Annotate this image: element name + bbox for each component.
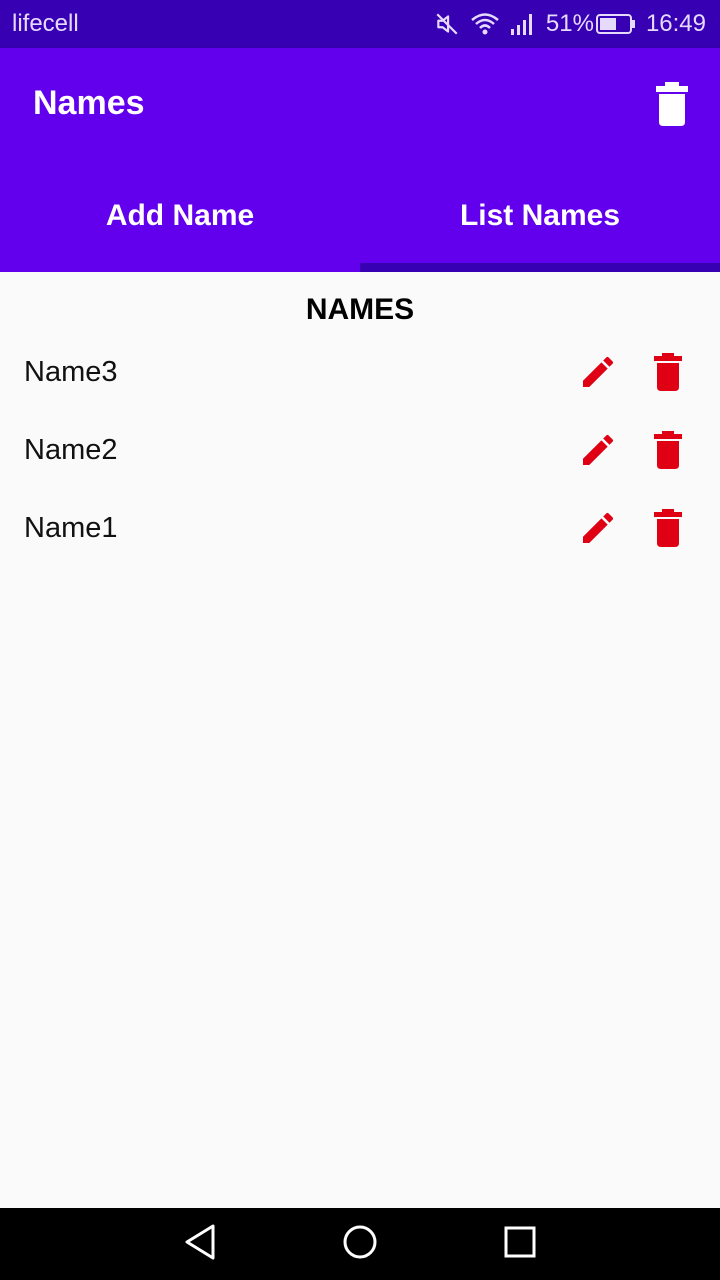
edit-icon	[578, 430, 618, 475]
delete-icon	[653, 430, 683, 474]
back-icon	[183, 1223, 217, 1266]
list-item: Name1	[0, 508, 720, 588]
recents-icon	[503, 1225, 537, 1264]
edit-button[interactable]	[578, 510, 618, 550]
edit-button[interactable]	[578, 354, 618, 394]
tab-add-name[interactable]: Add Name	[0, 160, 360, 272]
battery-icon	[595, 13, 636, 35]
delete-button[interactable]	[648, 508, 688, 552]
tab-list-names[interactable]: List Names	[360, 160, 720, 272]
row-actions	[578, 352, 688, 396]
back-button[interactable]	[170, 1214, 230, 1274]
delete-button[interactable]	[648, 352, 688, 396]
status-bar: lifecell 51% 16:49	[0, 0, 720, 48]
delete-button[interactable]	[648, 430, 688, 474]
tab-bar: Add Name List Names	[0, 160, 720, 272]
home-button[interactable]	[330, 1214, 390, 1274]
name-label: Name2	[24, 434, 118, 466]
app-title: Names	[33, 84, 145, 122]
home-icon	[341, 1223, 379, 1266]
names-list-screen: NAMES Name3 Name2 Name1	[0, 272, 720, 1208]
name-list: Name3 Name2 Name1	[0, 352, 720, 588]
tab-label: Add Name	[105, 199, 255, 232]
battery-indicator: 51%	[546, 10, 636, 38]
wifi-icon	[470, 11, 500, 37]
row-actions	[578, 508, 688, 552]
screen: lifecell 51% 16:49 Names Add Name List N…	[0, 0, 720, 1280]
name-label: Name3	[24, 356, 118, 388]
edit-icon	[578, 352, 618, 397]
app-bar: Names Add Name List Names	[0, 48, 720, 272]
recents-button[interactable]	[490, 1214, 550, 1274]
delete-icon	[654, 82, 690, 130]
list-header: NAMES	[305, 293, 415, 326]
delete-all-button[interactable]	[654, 82, 690, 126]
system-nav-bar	[0, 1208, 720, 1280]
battery-percent: 51%	[545, 10, 594, 37]
list-item: Name2	[0, 430, 720, 510]
row-actions	[578, 430, 688, 474]
edit-icon	[578, 508, 618, 553]
delete-icon	[653, 508, 683, 552]
delete-icon	[653, 352, 683, 396]
signal-icon	[510, 12, 536, 36]
mute-icon	[434, 11, 460, 37]
edit-button[interactable]	[578, 432, 618, 472]
status-icons: 51% 16:49	[434, 10, 706, 38]
tab-label: List Names	[459, 199, 621, 232]
list-item: Name3	[0, 352, 720, 432]
name-label: Name1	[24, 512, 118, 544]
clock: 16:49	[645, 10, 706, 37]
carrier-label: lifecell	[12, 10, 79, 37]
